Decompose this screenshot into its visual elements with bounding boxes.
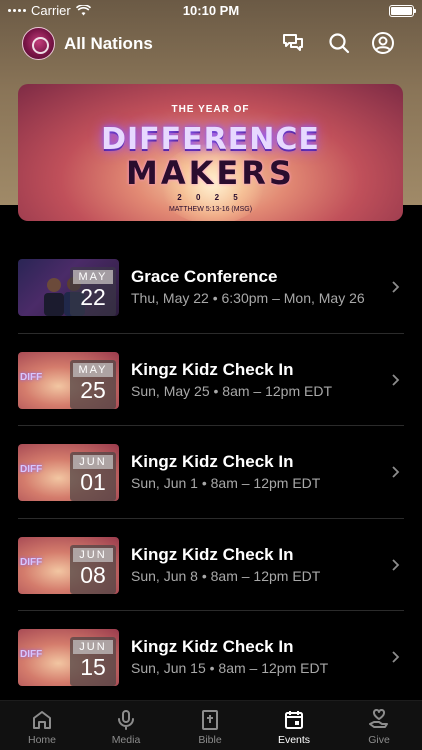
event-thumbnail: MAY 22 [18,259,119,316]
date-badge: JUN 15 [70,637,116,686]
tab-events[interactable]: Events [259,708,329,746]
profile-icon[interactable] [371,31,395,55]
battery-icon [389,5,416,17]
tab-home[interactable]: Home [7,708,77,746]
date-month: JUN [73,455,113,469]
church-logo[interactable] [22,27,55,60]
thumbnail-logo: DIFF [20,464,43,475]
event-title: Kingz Kidz Check In [131,637,294,656]
tab-label: Home [27,734,56,746]
app-header: All Nations [0,26,422,62]
event-row[interactable]: DIFF JUN 15 Kingz Kidz Check In Sun, Jun… [0,610,422,703]
tab-media[interactable]: Media [91,708,161,746]
tab-give[interactable]: Give [344,708,414,746]
calendar-icon [285,711,303,729]
event-datetime: Sun, Jun 1 • 8am – 12pm EDT [131,475,321,491]
tab-bible[interactable]: Bible [175,708,245,746]
date-day: 01 [80,469,106,495]
date-badge: MAY 25 [70,359,116,409]
app-title: All Nations [64,34,153,53]
clock: 10:10 PM [182,3,240,18]
tab-label: Bible [198,734,222,746]
date-month: JUN [73,640,113,654]
event-thumbnail: DIFF MAY 25 [18,351,119,409]
chevron-right-icon [392,373,400,386]
date-month: JUN [73,547,113,562]
chevron-right-icon [392,651,400,663]
tab-bar: Home Media Bible Events Give [0,700,422,750]
thumbnail-logo: DIFF [20,556,43,568]
microphone-icon [118,710,134,730]
date-day: 08 [80,561,106,588]
chevron-right-icon [392,466,400,478]
event-row[interactable]: DIFF JUN 01 Kingz Kidz Check In Sun, Jun… [0,425,422,518]
event-title: Kingz Kidz Check In [131,452,294,471]
date-badge: JUN 08 [70,544,116,594]
date-month: MAY [73,362,113,377]
banner-kicker: THE YEAR OF [171,104,250,115]
event-datetime: Sun, Jun 15 • 8am – 12pm EDT [131,660,329,676]
tab-label: Events [277,734,311,746]
event-title: Kingz Kidz Check In [131,359,294,379]
banner-year: 2 0 2 5 [177,193,244,202]
event-datetime: Sun, May 25 • 8am – 12pm EDT [131,382,332,399]
search-icon[interactable] [327,31,351,55]
event-row[interactable]: DIFF JUN 08 Kingz Kidz Check In Sun, Jun… [0,517,422,611]
banner-headline-2: MAKERS [126,154,295,192]
event-datetime: Thu, May 22 • 6:30pm – Mon, May 26 [131,290,365,306]
chat-icon[interactable] [281,31,305,55]
date-day: 15 [80,654,106,680]
give-icon [369,708,388,728]
chevron-right-icon [392,558,400,571]
date-day: 25 [80,376,106,403]
event-thumbnail: DIFF JUN 01 [18,444,119,501]
date-badge: JUN 01 [70,452,116,501]
event-title: Kingz Kidz Check In [131,544,294,564]
event-title: Grace Conference [131,267,278,286]
event-datetime: Sun, Jun 8 • 8am – 12pm EDT [131,567,321,584]
event-thumbnail: DIFF JUN 15 [18,629,119,686]
tab-label: Media [111,734,141,746]
event-thumbnail: DIFF JUN 08 [18,536,119,594]
home-icon [33,711,51,729]
banner-scripture: MATTHEW 5:13-16 (MSG) [168,206,253,213]
thumbnail-logo: DIFF [20,371,43,383]
tab-label: Give [368,734,390,746]
events-list: MAY 22 Grace Conference Thu, May 22 • 6:… [0,240,422,703]
event-row[interactable]: DIFF MAY 25 Kingz Kidz Check In Sun, May… [0,332,422,426]
date-month: MAY [73,270,113,284]
bible-icon [202,710,218,730]
chevron-right-icon [392,281,400,293]
banner-headline: DIFFERENCE [101,122,320,157]
date-badge: MAY 22 [70,267,116,316]
thumbnail-logo: DIFF [20,649,43,660]
featured-banner[interactable]: THE YEAR OF DIFFERENCE MAKERS 2 0 2 5 MA… [18,84,403,221]
status-bar: Carrier 10:10 PM [0,0,422,22]
date-day: 22 [80,284,106,310]
event-row[interactable]: MAY 22 Grace Conference Thu, May 22 • 6:… [0,240,422,333]
